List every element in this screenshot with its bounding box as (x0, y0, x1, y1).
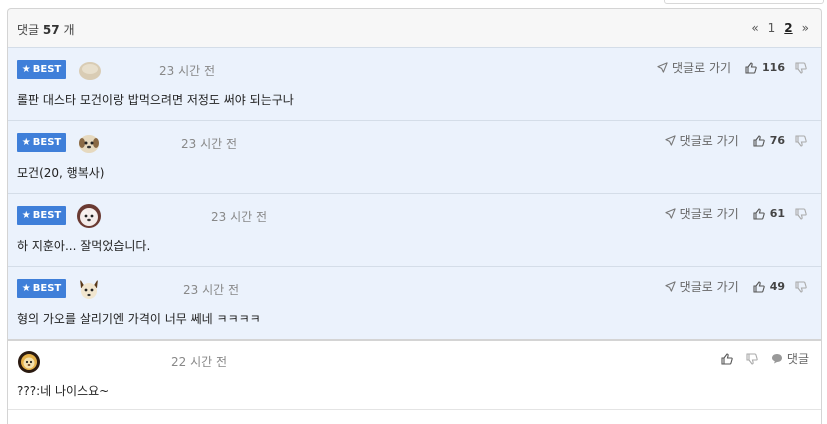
top-panel-edge (664, 0, 824, 4)
comment-count-value: 57 (42, 23, 60, 37)
comment-text: 모건(20, 행복사) (17, 166, 105, 180)
pager-prev[interactable]: « (751, 21, 758, 35)
star-icon: ★ (21, 210, 31, 221)
avatar[interactable] (77, 131, 101, 155)
thumbs-down-icon (746, 352, 758, 365)
avatar[interactable] (77, 204, 101, 228)
comment-time: 23 시간 전 (181, 137, 238, 151)
star-icon: ★ (21, 64, 31, 75)
fluffy-dog-avatar-icon (77, 204, 101, 228)
comment-text: 하 지훈아... 잘먹었습니다. (17, 239, 151, 253)
best-badge: ★ BEST (17, 60, 66, 79)
comment-actions: 댓글로 가기 49 (665, 278, 807, 295)
best-badge: ★ BEST (17, 133, 66, 152)
round-beige-avatar-icon (78, 58, 102, 82)
dislike-button[interactable] (795, 207, 807, 220)
fox-dog-avatar-icon (77, 277, 101, 301)
reply-link[interactable]: 댓글로 가기 (665, 278, 739, 295)
thumbs-up-icon (753, 134, 765, 147)
comment-count-prefix: 댓글 (17, 23, 40, 37)
thumbs-up-icon (753, 207, 765, 220)
reply-link-label: 댓글로 가기 (679, 207, 739, 221)
comment-count-suffix: 개 (63, 23, 75, 37)
avatar[interactable] (17, 350, 41, 374)
like-count: 49 (769, 280, 785, 293)
reply-link[interactable]: 댓글로 가기 (657, 59, 731, 76)
thumbs-down-icon (795, 134, 807, 147)
like-count: 76 (769, 134, 785, 147)
reply-link-label: 댓글로 가기 (679, 134, 739, 148)
comment-text: 형의 가오를 살리기엔 가격이 너무 쎄네 ㅋㅋㅋㅋ (17, 312, 261, 326)
thumbs-up-icon (753, 280, 765, 293)
dislike-button[interactable] (795, 134, 807, 147)
reply-link[interactable]: 댓글로 가기 (665, 205, 739, 222)
speech-bubble-icon (771, 354, 782, 364)
thumbs-up-icon (721, 352, 733, 365)
dislike-button[interactable] (795, 280, 807, 293)
star-icon: ★ (21, 137, 31, 148)
comment-actions: 댓글로 가기 61 (665, 205, 807, 222)
like-button[interactable]: 49 (753, 280, 785, 293)
comment-row: 22 시간 전 댓글 ???:네 나이스요~ (8, 339, 821, 409)
comment-time: 23 시간 전 (183, 283, 240, 297)
send-arrow-icon (665, 208, 676, 219)
like-count: 61 (769, 207, 785, 220)
star-icon: ★ (21, 283, 31, 294)
comment-actions: 댓글로 가기 116 (657, 59, 807, 76)
reply-label: 댓글 (786, 352, 809, 366)
send-arrow-icon (665, 135, 676, 146)
like-button[interactable] (721, 352, 733, 365)
pager-next[interactable]: » (802, 21, 809, 35)
comment-count: 댓글 57 개 (17, 21, 75, 38)
dislike-button[interactable] (746, 352, 758, 365)
thumbs-down-icon (795, 61, 807, 74)
pager-page-2[interactable]: 2 (784, 21, 792, 35)
thumbs-down-icon (795, 207, 807, 220)
best-badge-label: BEST (32, 64, 62, 75)
pager-page-1[interactable]: 1 (768, 21, 776, 35)
like-button[interactable]: 76 (753, 134, 785, 147)
best-badge-label: BEST (32, 283, 62, 294)
reply-link[interactable]: 댓글로 가기 (665, 132, 739, 149)
thumbs-up-icon (745, 61, 757, 74)
comment-text: ???:네 나이스요~ (17, 384, 110, 398)
thumbs-down-icon (795, 280, 807, 293)
best-badge-label: BEST (32, 137, 62, 148)
dislike-button[interactable] (795, 61, 807, 74)
reply-link-label: 댓글로 가기 (679, 280, 739, 294)
comment-list: ★ BEST 23 시간 전 댓글로 가기 116 롤판 대스타 모건이랑 밥먹으… (7, 47, 822, 424)
comment-row: ★ BEST 23 시간 전 댓글로 가기 76 모건(20, 행복사) (8, 120, 821, 193)
best-badge: ★ BEST (17, 279, 66, 298)
reply-button[interactable]: 댓글 (771, 350, 809, 367)
comment-actions: 댓글로 가기 76 (665, 132, 807, 149)
comment-row: ★ BEST 23 시간 전 댓글로 가기 49 형의 가오를 살리기엔 가격이 … (8, 266, 821, 339)
best-badge: ★ BEST (17, 206, 66, 225)
send-arrow-icon (665, 281, 676, 292)
comment-time: 23 시간 전 (159, 64, 216, 78)
comment-time: 23 시간 전 (211, 210, 268, 224)
avatar[interactable] (78, 58, 102, 82)
comment-actions: 댓글 (721, 350, 809, 367)
like-button[interactable]: 61 (753, 207, 785, 220)
puppy-avatar-icon (77, 131, 101, 155)
like-button[interactable]: 116 (745, 61, 785, 74)
reply-link-label: 댓글로 가기 (672, 61, 732, 75)
send-arrow-icon (657, 62, 668, 73)
comment-time: 22 시간 전 (171, 355, 228, 369)
like-count: 116 (762, 61, 785, 74)
comment-text: 롤판 대스타 모건이랑 밥먹으려면 저정도 써야 되는구나 (17, 93, 294, 107)
lion-avatar-icon (17, 350, 41, 374)
comment-row: ★ BEST 23 시간 전 댓글로 가기 116 롤판 대스타 모건이랑 밥먹으… (8, 47, 821, 120)
avatar[interactable] (77, 277, 101, 301)
best-badge-label: BEST (32, 210, 62, 221)
comment-row: ★ BEST 23 시간 전 댓글로 가기 61 하 지훈아... 잘먹었습니다. (8, 193, 821, 266)
comment-row-partial (8, 409, 821, 424)
comment-header: 댓글 57 개 « 1 2 » (7, 8, 822, 47)
pagination: « 1 2 » (751, 21, 809, 35)
